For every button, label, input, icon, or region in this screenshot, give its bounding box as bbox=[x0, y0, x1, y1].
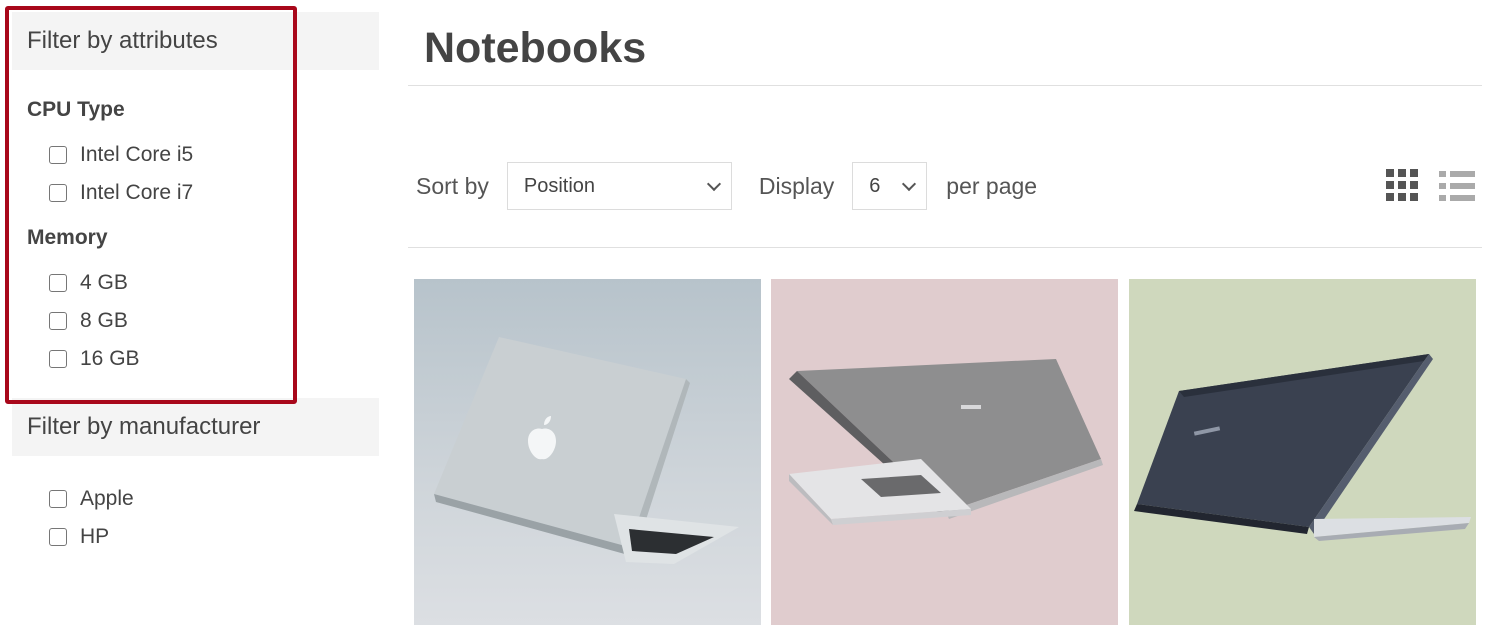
filter-option-label: HP bbox=[80, 525, 110, 548]
product-toolbar: Sort by Position Display 6 per page bbox=[408, 162, 1482, 210]
filter-option-4gb[interactable]: 4 GB bbox=[27, 264, 379, 302]
filter-option-label: 8 GB bbox=[80, 309, 128, 332]
attr-group-title: CPU Type bbox=[27, 98, 125, 121]
attr-group-cpu: CPU Type Intel Core i5 Intel Core i7 bbox=[27, 98, 379, 212]
chevron-down-icon bbox=[706, 176, 721, 191]
checkbox[interactable] bbox=[49, 350, 67, 368]
filter-option-8gb[interactable]: 8 GB bbox=[27, 302, 379, 340]
checkbox[interactable] bbox=[49, 528, 67, 546]
checkbox[interactable] bbox=[49, 312, 67, 330]
sort-value: Position bbox=[523, 174, 596, 197]
per-page-label: per page bbox=[946, 172, 1038, 199]
page-size-value: 6 bbox=[869, 174, 881, 197]
sort-label: Sort by bbox=[416, 172, 489, 199]
attr-group-title: Memory bbox=[27, 226, 108, 249]
page-size-select[interactable]: 6 bbox=[852, 162, 928, 210]
checkbox[interactable] bbox=[49, 490, 67, 508]
product-grid bbox=[414, 279, 1482, 625]
filter-option-label: 16 GB bbox=[80, 347, 140, 370]
filter-option-label: Apple bbox=[80, 487, 134, 510]
checkbox[interactable] bbox=[49, 146, 67, 164]
chevron-down-icon bbox=[902, 176, 917, 191]
checkbox[interactable] bbox=[49, 184, 67, 202]
manufacturer-filters: Apple HP bbox=[12, 456, 379, 556]
product-image-macbook[interactable] bbox=[414, 279, 761, 625]
page-title: Notebooks bbox=[408, 0, 1482, 86]
filter-option-intel-core-i7[interactable]: Intel Core i7 bbox=[27, 174, 379, 212]
filter-attributes-title: Filter by attributes bbox=[12, 12, 379, 70]
filter-option-label: Intel Core i7 bbox=[80, 181, 194, 204]
filter-option-label: Intel Core i5 bbox=[80, 143, 194, 166]
sort-select[interactable]: Position bbox=[506, 162, 732, 210]
filter-option-apple[interactable]: Apple bbox=[27, 480, 379, 518]
product-image-asus[interactable] bbox=[771, 279, 1118, 625]
filter-option-hp[interactable]: HP bbox=[27, 518, 379, 556]
checkbox[interactable] bbox=[49, 274, 67, 292]
product-image-samsung[interactable] bbox=[1129, 279, 1476, 625]
sidebar: Filter by attributes CPU Type Intel Core… bbox=[12, 12, 379, 556]
filter-option-label: 4 GB bbox=[80, 271, 128, 294]
filter-option-intel-core-i5[interactable]: Intel Core i5 bbox=[27, 136, 379, 174]
display-label: Display bbox=[758, 172, 835, 199]
main-content: Notebooks Sort by Position Display 6 per… bbox=[408, 0, 1482, 625]
filter-option-16gb[interactable]: 16 GB bbox=[27, 340, 379, 378]
toolbar-divider bbox=[408, 247, 1482, 248]
attribute-filters: CPU Type Intel Core i5 Intel Core i7 Mem… bbox=[12, 70, 379, 398]
filter-manufacturer-title: Filter by manufacturer bbox=[12, 398, 379, 456]
attr-group-memory: Memory 4 GB 8 GB 16 GB bbox=[27, 226, 379, 378]
list-view-icon[interactable] bbox=[1439, 169, 1475, 203]
grid-view-icon[interactable] bbox=[1386, 169, 1418, 203]
